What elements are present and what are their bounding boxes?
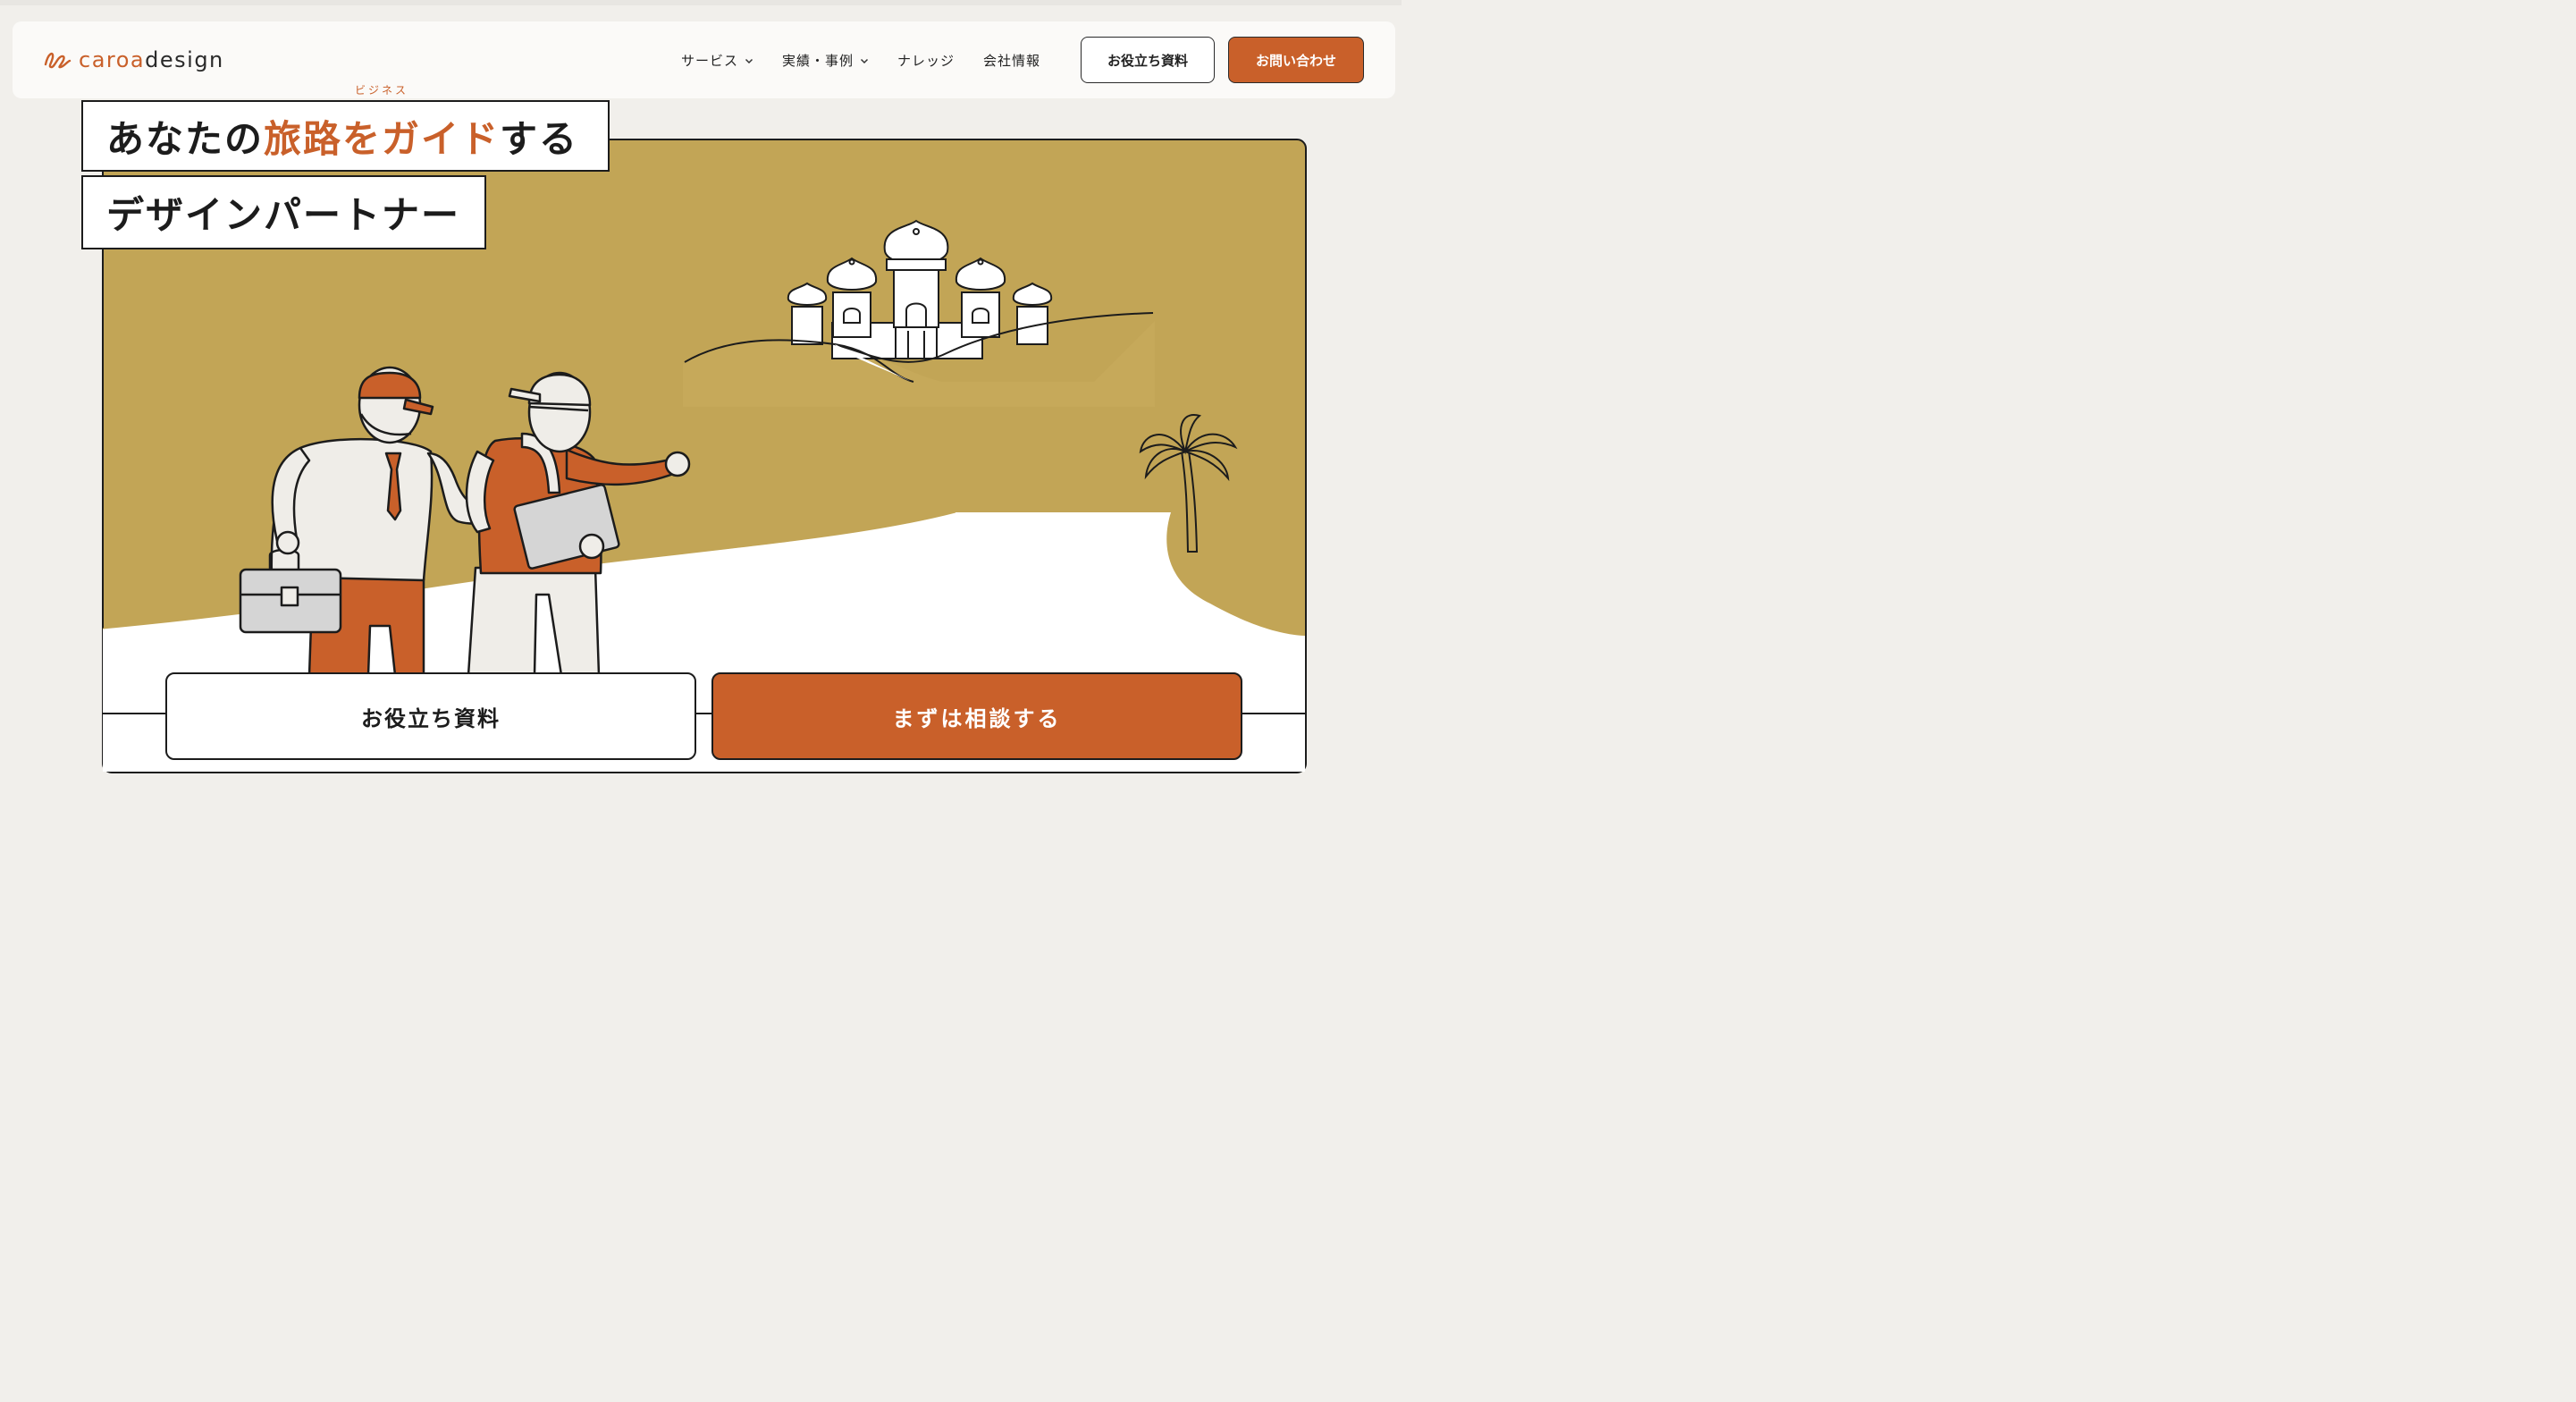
- nav-item-label: 実績・事例: [782, 53, 854, 69]
- main-nav: サービス 実績・事例 ナレッジ 会社情報: [681, 51, 1040, 70]
- nav-item-label: ナレッジ: [897, 53, 955, 69]
- hero-headline-line2: デザインパートナー: [81, 175, 486, 249]
- nav-item-knowledge[interactable]: ナレッジ: [897, 51, 955, 70]
- top-strip: [0, 0, 1402, 5]
- contact-button[interactable]: お問い合わせ: [1228, 37, 1364, 83]
- nav-item-company[interactable]: 会社情報: [983, 51, 1040, 70]
- consult-cta-button[interactable]: まずは相談する: [711, 672, 1242, 760]
- logo-text-accent: caroa: [79, 47, 146, 72]
- hero-headline-accent-text: 旅路をガイド: [264, 116, 501, 161]
- resources-cta-button[interactable]: お役立ち資料: [165, 672, 696, 760]
- chevron-down-icon: [861, 58, 869, 63]
- nav-item-label: サービス: [681, 53, 739, 69]
- nav-item-services[interactable]: サービス: [681, 51, 753, 70]
- site-header: caroadesign サービス 実績・事例 ナレッジ 会社情報 お役立ち資料 …: [13, 21, 1395, 98]
- chevron-down-icon: [745, 58, 753, 63]
- nav-item-label: 会社情報: [983, 53, 1041, 69]
- hero-headline-ruby: ビジネス: [355, 83, 409, 97]
- hero-headline-accent: ビジネス 旅路をガイド: [264, 84, 501, 164]
- hero-headline-after: する: [500, 116, 579, 161]
- logo-text-rest: design: [145, 47, 224, 72]
- hero-headline-before: あなたの: [106, 116, 265, 161]
- caroa-logo-icon: [44, 52, 72, 69]
- nav-item-works[interactable]: 実績・事例: [782, 51, 869, 70]
- logo-text: caroadesign: [79, 47, 224, 72]
- hero-headline-line1: あなたの ビジネス 旅路をガイド する: [81, 84, 610, 172]
- hero-headline-line2-text: デザインパートナー: [106, 193, 461, 237]
- resources-button[interactable]: お役立ち資料: [1081, 37, 1215, 83]
- logo[interactable]: caroadesign: [43, 45, 224, 75]
